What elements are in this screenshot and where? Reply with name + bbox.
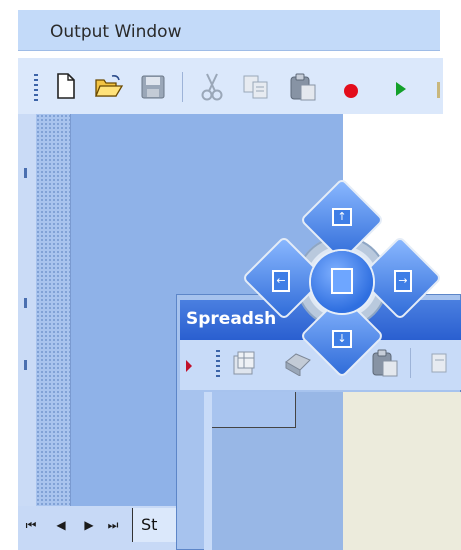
toolbar-separator bbox=[410, 348, 411, 378]
arrow-left-icon: ← bbox=[276, 274, 286, 287]
spreadsheet-cell[interactable] bbox=[212, 392, 296, 428]
open-folder-icon[interactable] bbox=[94, 74, 124, 100]
next-sheet-button[interactable]: ▶ bbox=[80, 514, 98, 536]
arrow-up-icon: ↑ bbox=[337, 210, 347, 223]
dock-center-tab-icon[interactable] bbox=[331, 268, 353, 294]
dock-right-icon[interactable]: → bbox=[394, 270, 412, 292]
main-toolbar bbox=[18, 58, 443, 115]
format-icon[interactable] bbox=[430, 352, 450, 376]
toolbar-separator bbox=[182, 72, 183, 102]
gutter-divider bbox=[70, 114, 71, 506]
copy-icon[interactable] bbox=[242, 74, 270, 100]
save-icon[interactable] bbox=[140, 74, 166, 100]
toolbar-grip[interactable] bbox=[34, 74, 38, 102]
output-window-edge bbox=[18, 114, 36, 506]
spreadsheet-window-title: Spreadsh bbox=[186, 309, 277, 329]
print-icon[interactable] bbox=[282, 350, 312, 377]
paste-icon[interactable] bbox=[288, 72, 318, 102]
dock-bottom-icon[interactable]: ↓ bbox=[332, 330, 352, 348]
arrow-right-icon: → bbox=[398, 274, 408, 287]
cut-icon[interactable] bbox=[200, 72, 224, 102]
dock-left-icon[interactable]: ← bbox=[272, 270, 290, 292]
spreadsheet-row-header bbox=[204, 392, 212, 550]
new-document-icon[interactable] bbox=[56, 72, 76, 100]
insert-sheet-icon[interactable] bbox=[232, 350, 256, 376]
toolbar-overflow-mark bbox=[437, 82, 440, 98]
last-sheet-button[interactable]: ⏭ bbox=[104, 514, 122, 536]
sheet-tab[interactable]: St bbox=[132, 508, 178, 542]
spreadsheet-paste-icon[interactable] bbox=[370, 348, 400, 378]
edge-marker bbox=[24, 298, 27, 308]
record-icon[interactable] bbox=[344, 84, 358, 98]
run-icon[interactable] bbox=[396, 82, 406, 96]
arrow-down-icon: ↓ bbox=[337, 332, 347, 345]
edge-marker bbox=[24, 360, 27, 370]
edge-marker bbox=[24, 168, 27, 178]
output-window-gutter bbox=[36, 114, 70, 506]
first-sheet-button[interactable]: ⏮ bbox=[22, 514, 40, 536]
previous-sheet-button[interactable]: ◀ bbox=[52, 514, 70, 536]
output-window-title: Output Window bbox=[50, 22, 182, 42]
spreadsheet-grid-area-right[interactable] bbox=[343, 392, 461, 550]
toolbar-chevron-icon[interactable] bbox=[186, 360, 192, 372]
spreadsheet-toolbar-grip[interactable] bbox=[216, 350, 220, 378]
dock-top-icon[interactable]: ↑ bbox=[332, 208, 352, 226]
window-right-edge bbox=[440, 0, 461, 58]
